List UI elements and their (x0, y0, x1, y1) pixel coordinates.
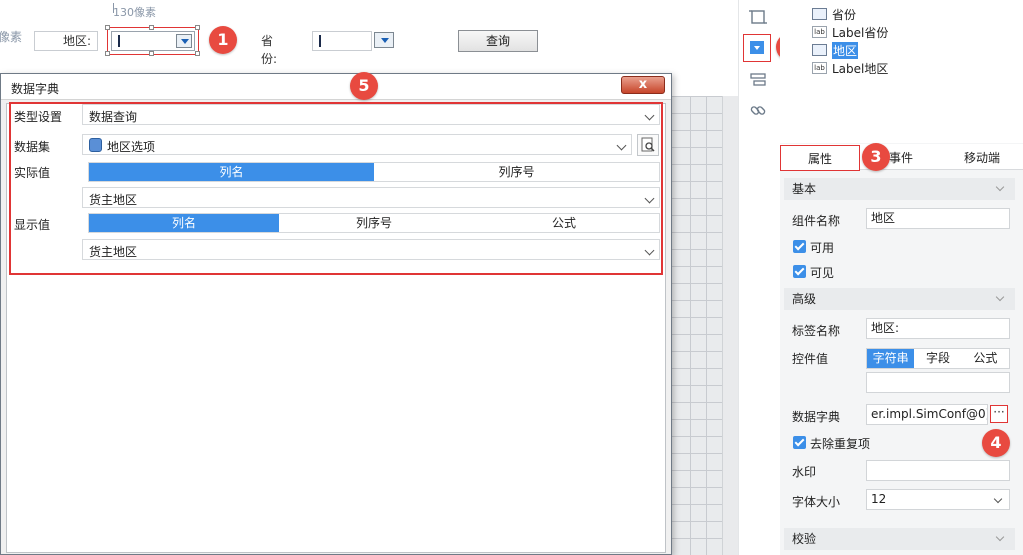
ruler-label: 130像素 (113, 6, 156, 19)
preview-icon (641, 137, 655, 152)
section-advanced[interactable]: 高级 (784, 288, 1015, 310)
visible-label: 可见 (810, 266, 835, 280)
tab-properties[interactable]: 属性 (780, 145, 860, 171)
text-caret (319, 35, 321, 47)
chevron-down-icon (995, 292, 1005, 302)
data-dictionary-edit-button[interactable]: ··· (990, 405, 1008, 423)
control-value-tabs: 字符串 字段 公式 (866, 348, 1010, 369)
font-size-value: 12 (871, 492, 887, 506)
dataset-label: 数据集 (14, 140, 51, 154)
combo-icon (812, 44, 827, 56)
resize-handle[interactable] (149, 25, 154, 30)
grid-column-line (690, 96, 691, 555)
watermark-label: 水印 (792, 465, 817, 479)
actual-value-mode-tabs: 列名 列序号 (88, 162, 660, 182)
section-validate-title: 校验 (792, 532, 817, 546)
resize-handle[interactable] (195, 51, 200, 56)
widget-properties-tool[interactable] (743, 34, 771, 62)
cut-off-label: 像素 (0, 30, 23, 44)
chevron-down-icon (995, 532, 1005, 542)
control-value-label: 控件值 (792, 352, 829, 366)
dedupe-label: 去除重复项 (810, 437, 871, 451)
component-name-input[interactable]: 地区 (866, 208, 1010, 229)
resize-handle[interactable] (149, 51, 154, 56)
chevron-down-icon (995, 182, 1005, 192)
resize-handle[interactable] (105, 51, 110, 56)
display-value-field: 货主地区 (89, 245, 138, 259)
actual-value-field: 货主地区 (89, 193, 138, 207)
display-tab-formula[interactable]: 公式 (469, 214, 659, 232)
dedupe-checkbox[interactable] (793, 436, 806, 449)
display-value-select[interactable]: 货主地区 (82, 239, 660, 260)
down-triangle-icon (754, 46, 760, 50)
combo-icon (812, 8, 827, 20)
chevron-down-icon (644, 193, 655, 204)
dialog-title: 数据字典 (11, 82, 60, 96)
dataset-value: 地区选项 (107, 140, 156, 154)
actual-value-label: 实际值 (14, 166, 51, 180)
font-size-label: 字体大小 (792, 495, 841, 509)
grid-column-line (706, 96, 707, 555)
section-basic-title: 基本 (792, 182, 817, 196)
province-dropdown-icon[interactable] (374, 32, 394, 48)
dataset-preview-button[interactable] (637, 134, 659, 156)
province-label-widget[interactable]: 省份: (240, 31, 294, 66)
chevron-down-icon (644, 110, 655, 121)
control-value-input[interactable] (866, 372, 1010, 393)
tab-mobile[interactable]: 移动端 (942, 145, 1022, 171)
enabled-label: 可用 (810, 241, 835, 255)
province-combo-widget[interactable] (312, 31, 372, 51)
dataset-select[interactable]: 地区选项 (82, 134, 632, 155)
display-value-mode-tabs: 列名 列序号 公式 (88, 213, 660, 233)
enabled-checkbox[interactable] (793, 240, 806, 253)
step-badge-1: 1 (209, 26, 237, 54)
display-value-label: 显示值 (14, 218, 51, 232)
label-icon: lab (812, 26, 827, 38)
tag-name-label: 标签名称 (792, 324, 841, 338)
actual-value-select[interactable]: 货主地区 (82, 187, 660, 208)
type-setting-select[interactable]: 数据查询 (82, 104, 660, 125)
data-dictionary-label: 数据字典 (792, 410, 841, 424)
chevron-down-icon (993, 494, 1003, 504)
dataset-icon (89, 138, 102, 152)
visible-checkbox[interactable] (793, 265, 806, 278)
control-tab-field[interactable]: 字段 (914, 349, 961, 368)
control-tab-formula[interactable]: 公式 (962, 349, 1009, 368)
actual-tab-column-name[interactable]: 列名 (89, 163, 374, 181)
crop-icon[interactable] (749, 8, 767, 26)
section-basic[interactable]: 基本 (784, 178, 1015, 200)
dialog-titlebar[interactable]: 数据字典 x (1, 74, 671, 100)
tag-name-input[interactable]: 地区: (866, 318, 1010, 339)
font-size-select[interactable]: 12 (866, 489, 1010, 510)
section-advanced-title: 高级 (792, 292, 817, 306)
link-icon[interactable] (749, 102, 767, 120)
label-icon: lab (812, 62, 827, 74)
actual-tab-column-index[interactable]: 列序号 (374, 163, 659, 181)
step-badge-3: 3 (862, 143, 890, 171)
type-setting-value: 数据查询 (89, 110, 138, 124)
watermark-input[interactable] (866, 460, 1010, 481)
vertical-scrollbar[interactable] (722, 96, 738, 555)
display-tab-column-index[interactable]: 列序号 (279, 214, 469, 232)
component-name-label: 组件名称 (792, 214, 841, 228)
section-validate[interactable]: 校验 (784, 528, 1015, 550)
step-badge-4: 4 (982, 429, 1010, 457)
chevron-down-icon (644, 245, 655, 256)
display-tab-column-name[interactable]: 列名 (89, 214, 279, 232)
close-button[interactable]: x (621, 76, 665, 94)
region-label-widget[interactable]: 地区: (34, 31, 98, 51)
control-tab-string[interactable]: 字符串 (867, 349, 915, 368)
resize-handle[interactable] (105, 25, 110, 30)
type-setting-label: 类型设置 (14, 110, 63, 124)
data-dictionary-value: er.impl.SimConf@0]] (866, 404, 988, 425)
step-badge-5: 5 (350, 72, 378, 100)
chevron-down-icon (616, 140, 627, 151)
query-button[interactable]: 查询 (458, 30, 538, 52)
layers-icon[interactable] (749, 72, 767, 88)
resize-handle[interactable] (195, 25, 200, 30)
